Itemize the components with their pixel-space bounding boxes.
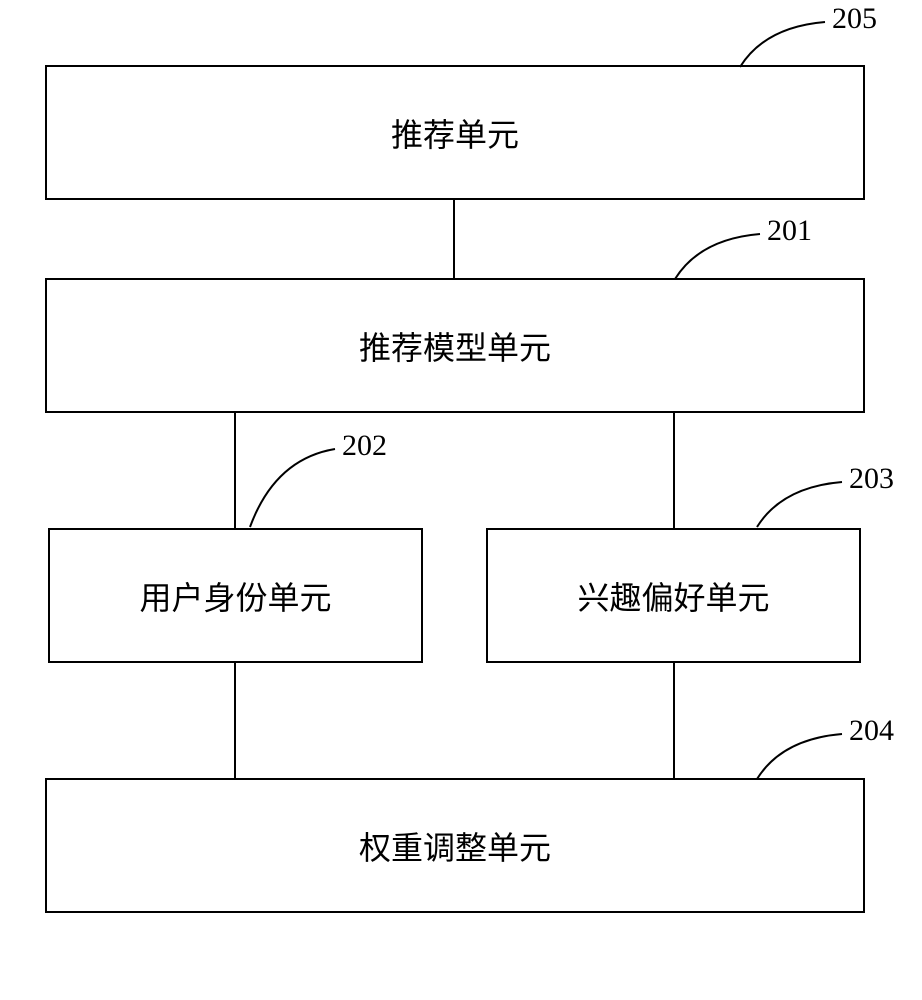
ref-202: 202 (342, 429, 387, 463)
user-identity-unit-box: 用户身份单元 (48, 528, 423, 663)
recommend-model-unit-label: 推荐模型单元 (359, 323, 551, 369)
user-identity-unit-label: 用户身份单元 (139, 573, 331, 619)
ref-201: 201 (767, 214, 812, 248)
conn-203-204 (673, 663, 675, 778)
ref-205: 205 (832, 2, 877, 36)
recommend-model-unit-box: 推荐模型单元 (45, 278, 865, 413)
leader-203 (752, 477, 852, 532)
ref-203: 203 (849, 462, 894, 496)
ref-204: 204 (849, 714, 894, 748)
conn-205-201 (453, 200, 455, 278)
conn-201-203 (673, 413, 675, 528)
recommend-unit-label: 推荐单元 (391, 110, 519, 156)
leader-205 (735, 17, 835, 72)
weight-adjust-unit-label: 权重调整单元 (359, 823, 551, 869)
interest-preference-unit-label: 兴趣偏好单元 (577, 573, 769, 619)
leader-204 (752, 729, 852, 784)
conn-201-202 (234, 413, 236, 528)
conn-202-204 (234, 663, 236, 778)
weight-adjust-unit-box: 权重调整单元 (45, 778, 865, 913)
recommend-unit-box: 推荐单元 (45, 65, 865, 200)
leader-202 (245, 444, 345, 532)
leader-201 (670, 229, 770, 284)
interest-preference-unit-box: 兴趣偏好单元 (486, 528, 861, 663)
